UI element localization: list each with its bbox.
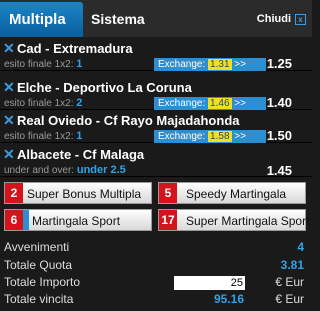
selection: under and over: under 2.5 bbox=[4, 164, 126, 176]
exchange-label: Exchange: bbox=[158, 59, 206, 70]
selection-pick: under 2.5 bbox=[76, 164, 126, 176]
selection: esito finale 1x2: 1 bbox=[4, 130, 82, 142]
promo-badge: 17 bbox=[159, 210, 177, 230]
promo-super-bonus-multipla[interactable]: 2 Super Bonus Multipla bbox=[4, 182, 152, 204]
close-button[interactable]: Chiudi x bbox=[257, 2, 306, 37]
summary-vincita: Totale vincita 95.16 € Eur bbox=[4, 292, 304, 310]
bet-odd: 1.45 bbox=[266, 163, 292, 178]
remove-bet-icon[interactable]: ✕ bbox=[3, 40, 15, 57]
summary-avvenimenti: Avvenimenti 4 bbox=[4, 240, 304, 258]
summary-panel: Avvenimenti 4 Totale Quota 3.81 Totale I… bbox=[0, 240, 312, 311]
exchange-arrow: >> bbox=[234, 131, 246, 142]
promo-stripe bbox=[23, 210, 29, 230]
bet-row: ✕ Elche - Deportivo La Coruna esito fina… bbox=[0, 79, 312, 110]
vincita-value: 95.16 bbox=[213, 292, 244, 306]
importo-input[interactable] bbox=[174, 276, 245, 290]
importo-currency: € Eur bbox=[275, 275, 304, 289]
bet-odd: 1.50 bbox=[266, 128, 292, 143]
bet-odd: 1.25 bbox=[266, 56, 292, 71]
match-name: Elche - Deportivo La Coruna bbox=[17, 80, 192, 95]
importo-label: Totale Importo bbox=[4, 275, 81, 289]
bet-row: ✕ Albacete - Cf Malaga under and over: u… bbox=[0, 146, 312, 178]
match-name: Albacete - Cf Malaga bbox=[17, 147, 145, 162]
match-name: Real Oviedo - Cf Rayo Majadahonda bbox=[17, 113, 240, 128]
exchange-arrow: >> bbox=[234, 59, 246, 70]
exchange-label: Exchange: bbox=[158, 131, 206, 142]
exchange-label: Exchange: bbox=[158, 98, 206, 109]
close-icon: x bbox=[295, 13, 306, 25]
bet-row: ✕ Cad - Extremadura esito finale 1x2: 1 … bbox=[0, 40, 312, 71]
exchange-button[interactable]: Exchange: 1.58 >> bbox=[154, 130, 266, 143]
quota-value: 3.81 bbox=[280, 258, 304, 272]
promo-label: Speedy Martingala bbox=[186, 187, 287, 201]
remove-bet-icon[interactable]: ✕ bbox=[3, 146, 15, 163]
exchange-value: 1.58 bbox=[208, 131, 232, 142]
exchange-button[interactable]: Exchange: 1.31 >> bbox=[154, 58, 266, 71]
selection-label: esito finale 1x2: bbox=[4, 59, 74, 70]
promo-super-martingala-sport[interactable]: 17 Super Martingala Sport bbox=[158, 209, 310, 231]
promo-label: Martingala Sport bbox=[32, 214, 121, 228]
close-label: Chiudi bbox=[256, 13, 291, 25]
selection: esito finale 1x2: 2 bbox=[4, 97, 82, 109]
promo-label: Super Bonus Multipla bbox=[27, 187, 142, 201]
promo-badge: 5 bbox=[159, 183, 177, 203]
selection-pick: 1 bbox=[76, 58, 83, 70]
selection-label: esito finale 1x2: bbox=[4, 131, 74, 142]
remove-bet-icon[interactable]: ✕ bbox=[3, 79, 15, 96]
match-name: Cad - Extremadura bbox=[17, 41, 133, 56]
vincita-currency: € Eur bbox=[275, 292, 304, 306]
avvenimenti-value: 4 bbox=[297, 240, 304, 254]
remove-bet-icon[interactable]: ✕ bbox=[3, 112, 15, 129]
vincita-label: Totale vincita bbox=[4, 292, 74, 306]
tab-multipla[interactable]: Multipla bbox=[0, 2, 83, 37]
header-bar: Multipla Sistema Chiudi x bbox=[0, 0, 312, 37]
exchange-button[interactable]: Exchange: 1.46 >> bbox=[154, 97, 266, 110]
avvenimenti-label: Avvenimenti bbox=[4, 240, 70, 254]
selection-label: under and over: bbox=[4, 165, 75, 176]
bet-odd: 1.40 bbox=[266, 95, 292, 110]
quota-label: Totale Quota bbox=[4, 258, 73, 272]
exchange-value: 1.31 bbox=[208, 59, 232, 70]
tab-sistema[interactable]: Sistema bbox=[88, 2, 171, 37]
summary-quota: Totale Quota 3.81 bbox=[4, 258, 304, 276]
selection-pick: 1 bbox=[76, 130, 83, 142]
bet-row: ✕ Real Oviedo - Cf Rayo Majadahonda esit… bbox=[0, 112, 312, 143]
promo-badge: 2 bbox=[5, 183, 23, 203]
exchange-value: 1.46 bbox=[208, 98, 232, 109]
promo-badge: 6 bbox=[5, 210, 23, 230]
promo-label: Super Martingala Sport bbox=[186, 214, 310, 228]
promo-martingala-sport[interactable]: 6 Martingala Sport bbox=[4, 209, 152, 231]
exchange-arrow: >> bbox=[234, 98, 246, 109]
selection-pick: 2 bbox=[76, 97, 83, 109]
selection-label: esito finale 1x2: bbox=[4, 98, 74, 109]
selection: esito finale 1x2: 1 bbox=[4, 58, 82, 70]
summary-importo: Totale Importo € Eur bbox=[4, 275, 304, 293]
promo-speedy-martingala[interactable]: 5 Speedy Martingala bbox=[158, 182, 306, 204]
